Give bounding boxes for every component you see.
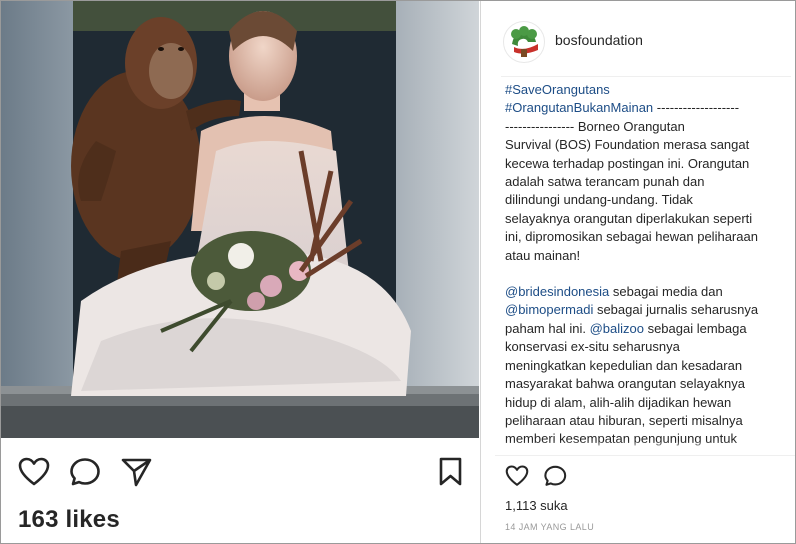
caption-line: dilindungi undang-undang. Tidak (505, 191, 795, 209)
caption-line: kecewa terhadap postingan ini. Orangutan (505, 155, 795, 173)
caption-text-segment: hidup di alam, alih-alih dijadikan hewan (505, 394, 732, 410)
caption-line: ---------------- Borneo Orangutan (505, 118, 795, 136)
bos-logo-icon (511, 26, 538, 57)
caption-text-segment: sebagai jurnalis seharusnya (593, 302, 759, 318)
post-details-panel: bosfoundation #SaveOrangutans #OrangutanB… (481, 1, 795, 543)
caption-text: #SaveOrangutans #OrangutanBukanMainan ---… (505, 81, 795, 451)
caption-line: #OrangutanBukanMainan ------------------… (505, 99, 795, 117)
likes-count[interactable]: 163 likes (18, 506, 120, 534)
caption-text-segment: ---------------- Borneo Orangutan (505, 118, 685, 134)
caption-text-segment: ini, dipromosikan sebagai hewan pelihara… (505, 229, 758, 245)
mention-link[interactable]: @bimopermadi (505, 302, 593, 317)
caption-line: atau mainan! (505, 247, 795, 265)
caption-text-segment: selayaknya orangutan diperlakukan sepert… (505, 210, 753, 226)
caption-fade (505, 441, 795, 451)
comment-icon[interactable] (70, 457, 102, 492)
caption-text-segment: konservasi ex-situ seharusnya (505, 339, 680, 355)
caption-line: Survival (BOS) Foundation merasa sangat (505, 136, 795, 154)
caption-text-segment: atau mainan! (505, 247, 581, 263)
caption-line: meningkatkan kepedulian dan kesadaran (505, 357, 795, 375)
share-icon[interactable] (121, 457, 153, 492)
caption-text-segment: Survival (BOS) Foundation merasa sangat (505, 137, 750, 153)
actions-divider (495, 455, 795, 456)
caption-line: adalah satwa terancam punah dan (505, 173, 795, 191)
header-divider (501, 76, 791, 77)
caption-text-segment: meningkatkan kepedulian dan kesadaran (505, 357, 743, 373)
caption-text-segment: paham hal ini. (505, 320, 590, 336)
heart-icon[interactable] (505, 465, 529, 492)
caption-line: @bridesindonesia sebagai media dan (505, 283, 795, 301)
caption-text-segment: sebagai lembaga (643, 320, 747, 336)
caption-text-segment: sebagai media dan (609, 284, 723, 300)
post-photo[interactable] (1, 1, 479, 438)
caption-text-segment: peliharaan atau hiburan, seperti misalny… (505, 412, 743, 428)
caption-text-segment: masyarakat bahwa orangutan selayaknya (505, 376, 745, 392)
username[interactable]: bosfoundation (555, 32, 643, 48)
caption-line: masyarakat bahwa orangutan selayaknya (505, 375, 795, 393)
post-window: 163 likes bosfoundation #SaveOrangutans #… (0, 0, 796, 544)
caption-line: hidup di alam, alih-alih dijadikan hewan (505, 394, 795, 412)
caption-line: #SaveOrangutans (505, 81, 795, 99)
hashtag-link[interactable]: #SaveOrangutans (505, 82, 610, 97)
likes-count-id[interactable]: 1,113 suka (505, 498, 568, 513)
heart-icon[interactable] (18, 457, 50, 492)
caption-text-segment: adalah satwa terancam punah dan (505, 174, 705, 190)
caption-line: paham hal ini. @balizoo sebagai lembaga (505, 320, 795, 338)
caption-text-segment: kecewa terhadap postingan ini. Orangutan (505, 155, 750, 171)
comment-icon[interactable] (544, 465, 568, 492)
avatar[interactable] (503, 21, 545, 63)
caption-line: selayaknya orangutan diperlakukan sepert… (505, 210, 795, 228)
bookmark-icon[interactable] (439, 457, 463, 492)
mention-link[interactable]: @bridesindonesia (505, 284, 609, 299)
post-image (1, 1, 479, 438)
caption-gap (505, 265, 795, 283)
caption-line: ini, dipromosikan sebagai hewan pelihara… (505, 228, 795, 246)
post-timestamp[interactable]: 14 JAM YANG LALU (505, 522, 594, 532)
caption-text-segment: dilindungi undang-undang. Tidak (505, 192, 693, 208)
caption-line: konservasi ex-situ seharusnya (505, 338, 795, 356)
mention-link[interactable]: @balizoo (590, 321, 644, 336)
caption-line: @bimopermadi sebagai jurnalis seharusnya (505, 301, 795, 319)
mention-link[interactable]: #OrangutanBukanMainan (505, 100, 653, 115)
caption-line: peliharaan atau hiburan, seperti misalny… (505, 412, 795, 430)
caption-text-segment: ------------------- (653, 100, 740, 116)
